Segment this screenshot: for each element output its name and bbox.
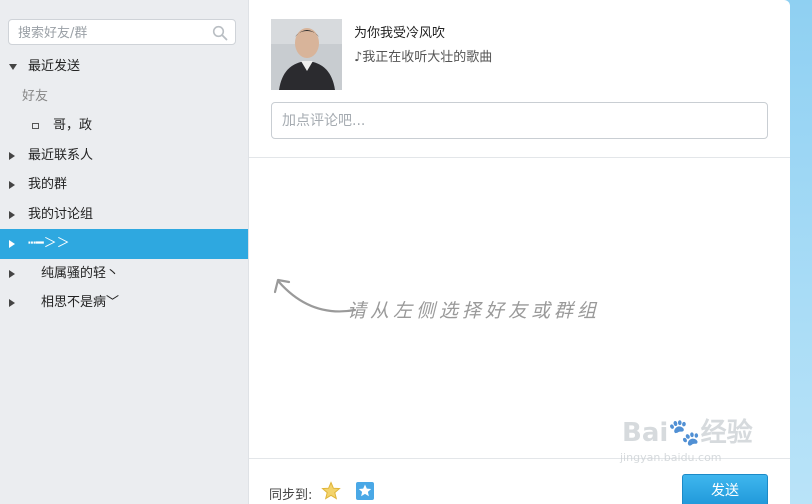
sync-label: 同步到: (269, 488, 313, 503)
search-input[interactable] (16, 20, 210, 46)
comment-box (271, 102, 768, 139)
divider (249, 157, 790, 158)
contact-icon (32, 123, 39, 129)
contact-sidebar: 最近发送 好友 哥，政 最近联系人 我的群 我的讨论组 (0, 0, 249, 504)
search-box (8, 19, 236, 46)
chevron-right-icon (9, 269, 15, 278)
tree-item-my-discussions[interactable]: 我的讨论组 (0, 200, 248, 230)
album-cover (271, 19, 342, 90)
contact-tree: 最近发送 好友 哥，政 最近联系人 我的群 我的讨论组 ┅━＞＞ 纯属骚的轻丶 … (0, 52, 248, 318)
chevron-right-icon (9, 181, 15, 189)
tree-item-group-selected[interactable]: ┅━＞＞ (0, 229, 248, 259)
watermark-brand: Bai (622, 418, 669, 448)
tree-item-label: 最近发送 (28, 59, 81, 74)
friend-item[interactable]: 哥，政 (0, 111, 248, 141)
search-icon[interactable] (212, 25, 228, 41)
tree-item-group[interactable]: 纯属骚的轻丶 (0, 259, 248, 289)
tree-item-label: 相思不是病﹀ (41, 295, 120, 310)
tree-item-label: 我的讨论组 (28, 206, 94, 222)
send-button[interactable]: 发送 (682, 474, 768, 504)
chevron-right-icon (9, 210, 15, 219)
select-contact-hint: 请从左侧选择好友或群组 (347, 300, 601, 322)
tree-item-label: ┅━＞＞ (28, 236, 70, 251)
sync-targets (321, 481, 385, 501)
tree-item-recent-contacts[interactable]: 最近联系人 (0, 141, 248, 171)
chevron-right-icon (9, 240, 15, 248)
section-header-label: 好友 (22, 88, 49, 104)
share-status: ♪我正在收听大壮的歌曲 (354, 50, 493, 65)
tree-item-label: 我的群 (28, 177, 68, 192)
watermark-brand-suffix: 经验 (700, 418, 753, 448)
watermark-url: jingyan.baidu.com (620, 451, 722, 464)
star-icon[interactable] (321, 481, 341, 501)
chevron-right-icon (9, 299, 15, 307)
tree-item-my-groups[interactable]: 我的群 (0, 170, 248, 200)
chevron-down-icon (9, 64, 17, 70)
tree-item-group[interactable]: 相思不是病﹀ (0, 288, 248, 318)
section-header-friends: 好友 (0, 82, 248, 112)
friend-name: 哥，政 (53, 118, 93, 133)
comment-input[interactable] (280, 103, 754, 139)
chevron-right-icon (9, 151, 15, 160)
watermark: Bai🐾经验 jingyan.baidu.com (620, 412, 753, 464)
tree-item-label: 纯属骚的轻丶 (41, 265, 120, 281)
share-title: 为你我受冷风吹 (354, 26, 446, 41)
tree-item-label: 最近联系人 (28, 147, 94, 163)
person-photo-icon (271, 19, 342, 90)
tree-item-recent-sent[interactable]: 最近发送 (0, 52, 248, 82)
bookmark-star-icon[interactable] (355, 481, 375, 501)
paw-icon: 🐾 (668, 418, 701, 448)
